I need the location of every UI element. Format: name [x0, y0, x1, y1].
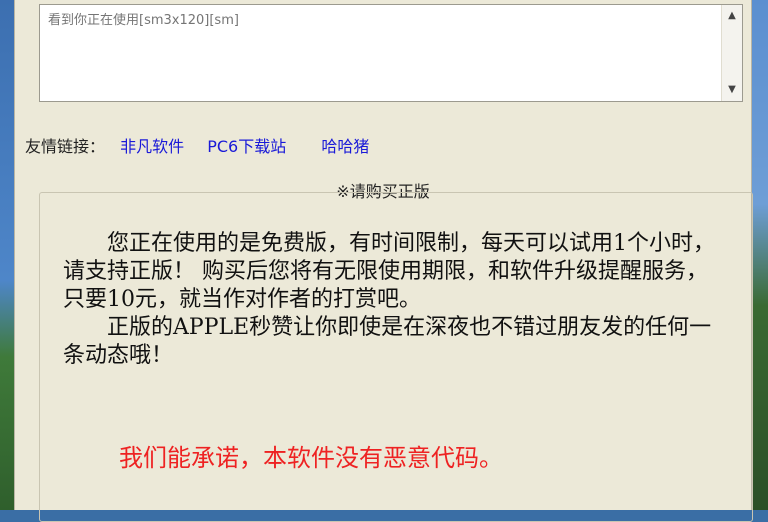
friend-links-label: 友情链接： [25, 137, 106, 156]
scroll-up-icon[interactable]: ▲ [723, 7, 741, 25]
purchase-paragraph-2: 正版的APPLE秒赞让你即使是在深夜也不错过朋友发的任何一条动态哦！ [63, 315, 712, 368]
note-scrollbar[interactable]: ▲ ▼ [721, 5, 742, 101]
note-box: ▲ ▼ [39, 4, 743, 102]
app-window: ▲ ▼ 友情链接： 非凡软件 PC6下载站 哈哈猪 ※请购买正版 您正在使用的是… [14, 0, 753, 522]
purchase-paragraph-1: 您正在使用的是免费版，有时间限制，每天可以试用1个小时，请支持正版！ 购买后您将… [63, 231, 715, 312]
scroll-down-icon[interactable]: ▼ [723, 81, 741, 99]
purchase-message: 您正在使用的是免费版，有时间限制，每天可以试用1个小时，请支持正版！ 购买后您将… [63, 230, 723, 370]
link-feifan-software[interactable]: 非凡软件 [120, 137, 184, 156]
friend-links: 友情链接： 非凡软件 PC6下载站 哈哈猪 [25, 136, 369, 158]
desktop-background-left [0, 0, 14, 510]
note-textarea[interactable] [40, 5, 722, 101]
link-hahazhu[interactable]: 哈哈猪 [321, 137, 369, 156]
link-pc6-download[interactable]: PC6下载站 [207, 137, 286, 156]
safety-promise: 我们能承诺，本软件没有恶意代码。 [119, 444, 503, 472]
